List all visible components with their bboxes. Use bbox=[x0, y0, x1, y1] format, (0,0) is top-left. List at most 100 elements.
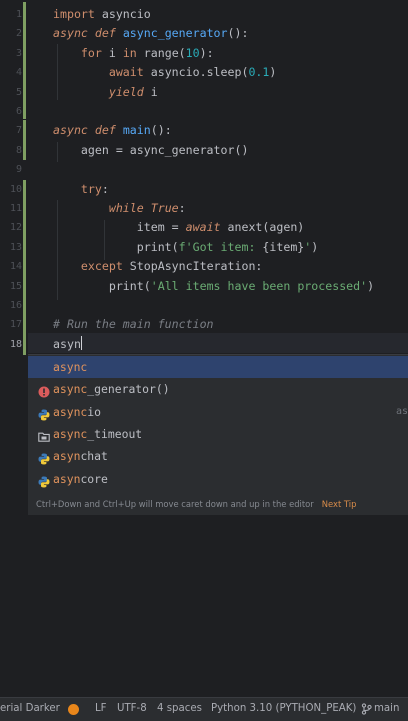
code-line[interactable]: while True: bbox=[53, 199, 186, 218]
code-token: i bbox=[143, 84, 158, 99]
code-line[interactable]: for i in range(10): bbox=[53, 44, 214, 63]
code-line[interactable]: import asyncio bbox=[53, 5, 151, 24]
warning-dot-icon[interactable] bbox=[68, 704, 79, 715]
code-token: for bbox=[80, 45, 102, 60]
code-token: StopAsyncIteration: bbox=[122, 259, 263, 274]
tip-text: Ctrl+Down and Ctrl+Up will move caret do… bbox=[36, 499, 314, 509]
line-number: 12 bbox=[9, 222, 22, 234]
code-token: in bbox=[122, 45, 137, 60]
change-marker bbox=[23, 180, 26, 355]
code-line[interactable]: asyn bbox=[53, 335, 83, 354]
line-number: 10 bbox=[9, 183, 22, 195]
code-token: : bbox=[178, 201, 186, 215]
line-number: 14 bbox=[9, 261, 22, 273]
code-line[interactable]: print('All items have been processed') bbox=[53, 277, 374, 296]
code-token: import bbox=[53, 7, 95, 21]
code-token: 0.1 bbox=[248, 65, 270, 80]
line-number: 8 bbox=[15, 144, 22, 156]
code-token: asyncio bbox=[94, 7, 151, 21]
completion-label: async_timeout bbox=[53, 426, 143, 441]
code-line[interactable]: item = await anext(agen) bbox=[53, 218, 305, 237]
code-token: # Run the main function bbox=[53, 317, 214, 332]
change-marker bbox=[23, 2, 26, 119]
code-token: except bbox=[80, 259, 123, 274]
python-interpreter[interactable]: Python 3.10 (PYTHON_PEAK) bbox=[211, 703, 356, 714]
completion-popup[interactable]: async async_generator() asyncio as async_tim… bbox=[28, 354, 408, 515]
branch-name[interactable]: main bbox=[374, 703, 399, 714]
code-token: anext(agen) bbox=[220, 220, 305, 235]
line-number: 7 bbox=[15, 125, 22, 137]
code-token: async def bbox=[53, 26, 116, 41]
line-number: 4 bbox=[15, 67, 22, 79]
completion-item[interactable]: asyncore bbox=[28, 468, 408, 490]
code-token: print( bbox=[53, 239, 179, 254]
code-token: (): bbox=[150, 123, 172, 138]
line-number: 18 bbox=[9, 338, 22, 350]
theme-name[interactable]: erial Darker bbox=[0, 703, 60, 714]
code-line[interactable]: print(f'Got item: {item}') bbox=[53, 238, 319, 257]
completion-label: async bbox=[53, 360, 88, 374]
code-line[interactable]: except StopAsyncIteration: bbox=[53, 257, 263, 276]
completion-label: async_generator() bbox=[53, 382, 170, 397]
line-number: 11 bbox=[9, 203, 22, 214]
completion-item[interactable]: asyncio as bbox=[28, 401, 408, 423]
completion-item[interactable]: async_generator() bbox=[28, 378, 408, 400]
code-token: asyncio.sleep( bbox=[143, 65, 249, 80]
code-token: await bbox=[185, 220, 221, 235]
code-token: await bbox=[108, 65, 144, 80]
code-token: (): bbox=[227, 26, 249, 41]
completion-type-hint: as bbox=[395, 405, 408, 417]
line-number: 2 bbox=[15, 28, 22, 40]
line-number: 17 bbox=[9, 319, 22, 331]
function-error-icon bbox=[38, 383, 50, 398]
code-token: asyn bbox=[53, 336, 81, 351]
code-line[interactable]: async def main(): bbox=[53, 121, 172, 140]
code-token: async_generator bbox=[122, 26, 228, 41]
line-number: 13 bbox=[9, 241, 22, 253]
code-token: f'Got item: bbox=[178, 239, 263, 254]
git-branch-icon[interactable] bbox=[361, 703, 372, 718]
current-line-highlight bbox=[28, 333, 408, 353]
code-token: ) bbox=[367, 278, 375, 293]
completion-item[interactable]: async bbox=[28, 356, 408, 378]
code-token: try bbox=[80, 181, 102, 196]
line-number: 5 bbox=[15, 86, 22, 98]
python-module-icon bbox=[38, 450, 50, 465]
code-token: agen = async_generator() bbox=[53, 142, 249, 157]
completion-item[interactable]: asynchat bbox=[28, 445, 408, 467]
code-line[interactable]: agen = async_generator() bbox=[53, 141, 249, 160]
code-token: yield bbox=[108, 84, 144, 99]
completion-item[interactable]: async_timeout bbox=[28, 423, 408, 445]
code-token: True bbox=[150, 201, 179, 215]
change-marker bbox=[23, 120, 26, 160]
python-module-icon bbox=[38, 406, 50, 421]
file-encoding[interactable]: UTF-8 bbox=[117, 703, 147, 714]
python-module-icon bbox=[38, 473, 50, 487]
completion-tip: Ctrl+Down and Ctrl+Up will move caret do… bbox=[36, 499, 356, 509]
code-token: ): bbox=[199, 45, 214, 60]
next-tip-link[interactable]: Next Tip bbox=[322, 499, 357, 509]
code-line[interactable]: # Run the main function bbox=[53, 315, 214, 334]
code-line[interactable]: yield i bbox=[53, 83, 158, 102]
code-line[interactable]: try: bbox=[53, 180, 109, 199]
line-separator[interactable]: LF bbox=[95, 703, 107, 714]
code-token: main bbox=[122, 123, 151, 138]
indent-setting[interactable]: 4 spaces bbox=[157, 703, 202, 714]
status-bar: erial Darker LF UTF-8 4 spaces Python 3.… bbox=[0, 697, 408, 721]
line-number: 16 bbox=[9, 300, 22, 311]
code-token: async def bbox=[53, 123, 116, 138]
code-line[interactable]: await asyncio.sleep(0.1) bbox=[53, 63, 277, 82]
code-token: i bbox=[101, 45, 123, 60]
code-token: print( bbox=[53, 278, 151, 293]
code-token: : bbox=[101, 181, 109, 196]
text-caret bbox=[80, 335, 83, 350]
code-token: ) bbox=[311, 239, 319, 254]
code-line[interactable]: async def async_generator(): bbox=[53, 24, 248, 43]
